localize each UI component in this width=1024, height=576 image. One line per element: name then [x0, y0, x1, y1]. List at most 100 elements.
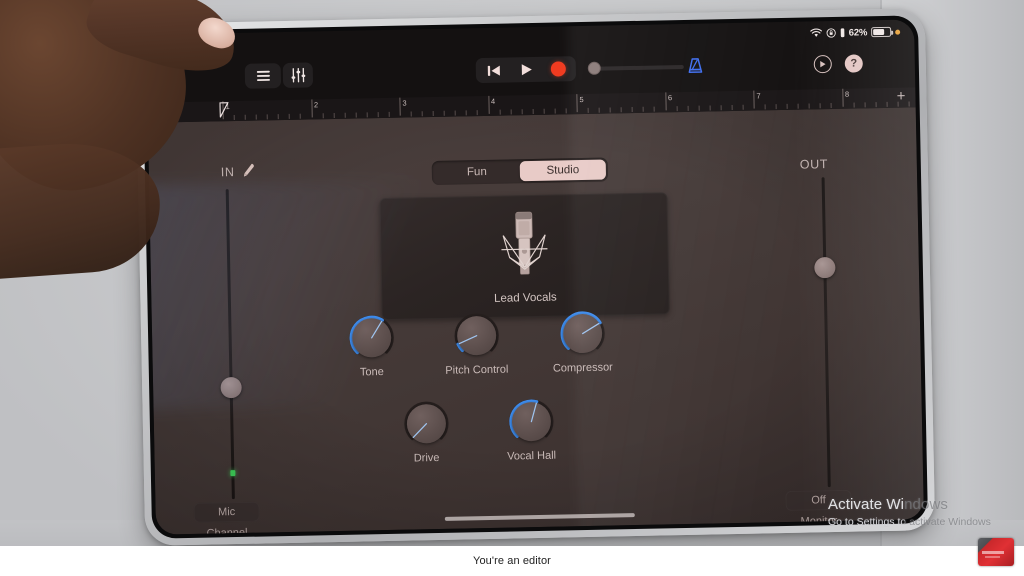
tab-fun[interactable]: Fun	[434, 161, 520, 183]
channel-button[interactable]: Mic	[193, 501, 260, 523]
input-fader[interactable]	[214, 189, 246, 500]
fun-studio-segmented-control[interactable]: Fun Studio	[431, 157, 609, 186]
add-section-button[interactable]: +	[897, 88, 906, 105]
list-menu-icon[interactable]	[248, 65, 278, 87]
toolbar-left-group	[244, 63, 282, 89]
ruler-bar-line	[399, 97, 401, 116]
ruler-sub-tick	[322, 113, 324, 119]
monitor-caption: Monitor	[800, 514, 838, 528]
knob-body[interactable]	[452, 312, 500, 360]
ruler-sub-tick	[510, 109, 512, 115]
ruler-sub-tick	[355, 112, 357, 118]
ruler-sub-tick	[797, 103, 799, 109]
knob-body[interactable]	[507, 398, 555, 446]
ruler-bar-line	[576, 94, 578, 113]
knob-label: Drive	[413, 451, 440, 465]
knob-drive[interactable]: Drive	[393, 400, 458, 465]
condenser-microphone-icon	[501, 211, 548, 275]
knob-pitch-control[interactable]: Pitch Control	[444, 312, 509, 377]
battery-icon	[871, 26, 892, 38]
ruler-bar-number: 5	[579, 94, 584, 105]
ruler-sub-tick	[388, 111, 390, 117]
ruler-bar-line	[310, 99, 313, 118]
metronome-icon[interactable]	[687, 58, 704, 79]
input-level-led	[230, 470, 236, 477]
knob-pointer	[370, 320, 382, 339]
knob-label: Vocal Hall	[507, 449, 557, 463]
ruler-sub-tick	[421, 111, 423, 117]
fader-track	[821, 177, 831, 488]
knob-pointer	[458, 335, 477, 345]
output-fader[interactable]	[810, 177, 842, 488]
knob-body[interactable]	[402, 400, 450, 448]
slider-knob[interactable]	[587, 61, 601, 75]
play-icon[interactable]	[511, 59, 541, 81]
ruler-sub-tick	[598, 107, 600, 113]
tablet-device: 62% ? 1 2 3 4 5 6 7 8 + IN OUT Fun Studi…	[134, 8, 936, 546]
ruler-bar-line	[841, 88, 844, 107]
knob-label: Compressor	[552, 361, 613, 375]
ruler-sub-tick	[808, 103, 810, 109]
ruler-sub-tick	[886, 101, 888, 107]
ruler-bar-number: 2	[313, 100, 319, 110]
ruler-sub-tick	[698, 105, 700, 111]
ruler-sub-tick	[466, 110, 468, 116]
master-volume-slider[interactable]	[587, 60, 684, 75]
thumbnail-bar-primary	[982, 551, 1004, 554]
battery-fill	[873, 28, 885, 36]
microphone-input-icon[interactable]	[242, 163, 256, 178]
ruler-sub-tick	[554, 108, 556, 114]
ruler-sub-tick	[620, 107, 622, 113]
knob-body[interactable]	[347, 314, 395, 362]
ruler-sub-tick	[344, 112, 346, 118]
ruler-bar-line	[753, 90, 755, 109]
ruler-bar-number: 4	[490, 96, 496, 106]
ruler-sub-tick	[908, 101, 910, 107]
monitor-control: Off Monitor	[785, 489, 852, 528]
transport-controls	[475, 56, 577, 84]
channel-caption: Channel	[206, 526, 248, 535]
ruler-sub-tick	[266, 114, 269, 120]
record-icon[interactable]	[543, 58, 573, 80]
input-fader-knob[interactable]	[220, 376, 242, 399]
ruler-sub-tick	[410, 111, 412, 117]
knob-label: Pitch Control	[445, 363, 509, 377]
patch-card-lead-vocals[interactable]: Lead Vocals	[379, 192, 670, 321]
tab-studio[interactable]: Studio	[519, 159, 607, 182]
mixer-sliders-icon[interactable]	[282, 62, 314, 89]
ruler-sub-tick	[764, 104, 766, 110]
playhead-marker-icon[interactable]	[219, 102, 229, 118]
corner-thumbnail[interactable]	[978, 538, 1014, 566]
ruler-sub-tick	[642, 106, 645, 112]
ruler-sub-tick	[687, 105, 689, 111]
charging-dot-icon	[895, 29, 901, 35]
ruler-sub-tick	[477, 110, 479, 116]
ruler-bar-number: 7	[756, 91, 761, 101]
ruler-bar-line	[664, 92, 667, 111]
ruler-sub-tick	[631, 107, 634, 113]
knob-pointer	[581, 322, 599, 335]
ruler-sub-tick	[786, 103, 788, 109]
input-label: IN	[220, 165, 235, 180]
output-fader-knob[interactable]	[814, 256, 836, 279]
ruler-sub-tick	[432, 110, 434, 117]
ruler-sub-tick	[300, 113, 302, 119]
knob-body[interactable]	[558, 310, 606, 358]
video-caption-bar: You're an editor	[0, 546, 1024, 576]
record-dot	[550, 61, 566, 77]
loop-browser-icon[interactable]	[813, 55, 832, 74]
ruler-bar-number: 8	[844, 89, 850, 99]
patch-name: Lead Vocals	[493, 291, 557, 305]
output-label: OUT	[799, 157, 829, 172]
knob-label: Tone	[359, 366, 384, 379]
ruler-sub-tick	[443, 110, 445, 116]
wifi-icon	[809, 28, 822, 37]
rewind-icon[interactable]	[479, 59, 509, 81]
knob-vocal-hall[interactable]: Vocal Hall	[498, 397, 563, 463]
knob-tone[interactable]: Tone	[339, 314, 404, 379]
knob-compressor[interactable]: Compressor	[550, 309, 615, 375]
tablet-bezel: 62% ? 1 2 3 4 5 6 7 8 + IN OUT Fun Studi…	[141, 15, 929, 539]
ruler-sub-tick	[565, 108, 567, 114]
help-icon[interactable]: ?	[844, 54, 863, 73]
monitor-button[interactable]: Off	[785, 489, 852, 512]
